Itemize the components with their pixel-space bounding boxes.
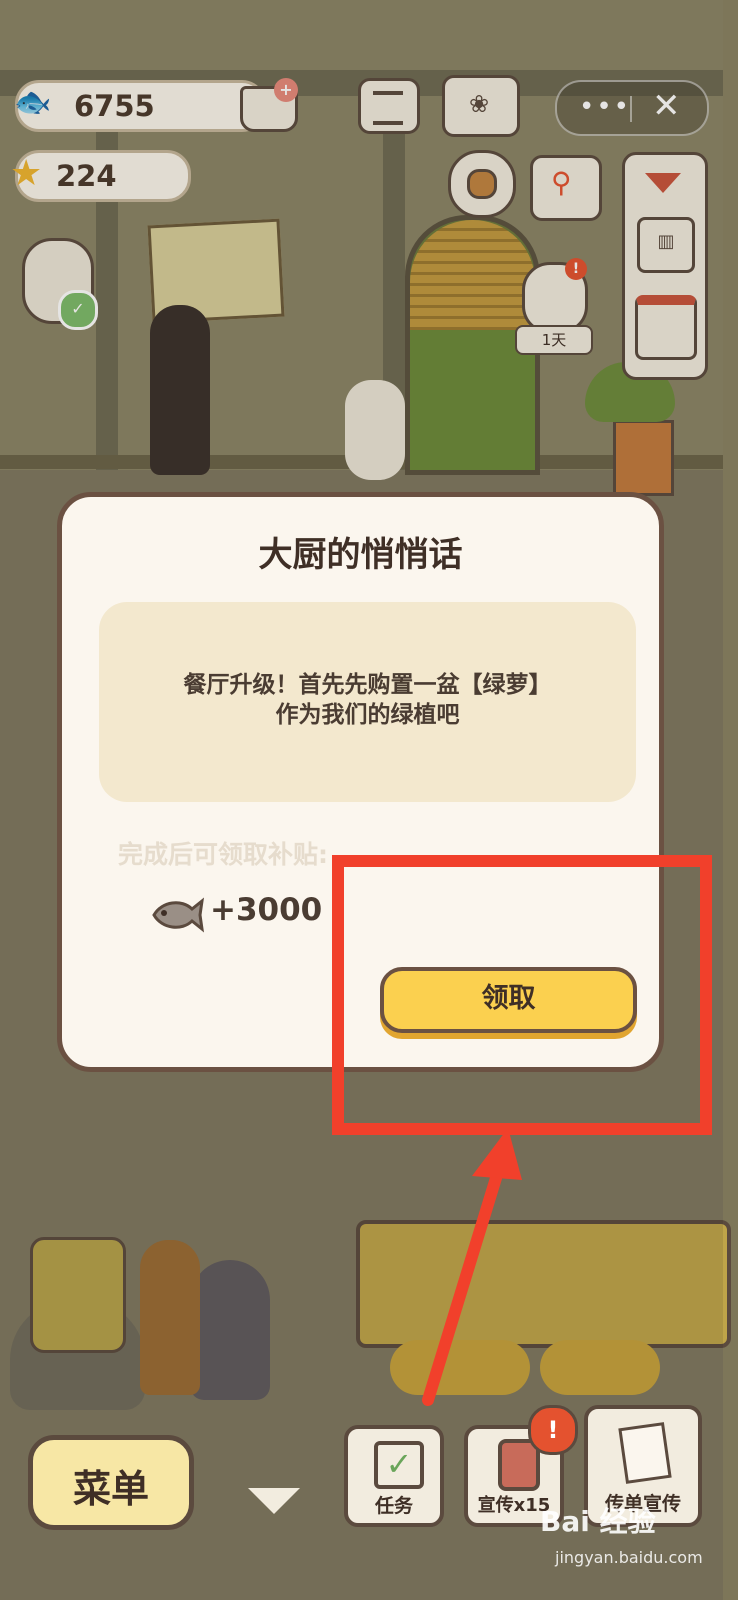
message-box: 餐厅升级！首先先购置一盆【绿萝】 作为我们的绿植吧 (99, 602, 636, 802)
watermark-url: jingyan.baidu.com (555, 1548, 703, 1567)
reward-amount: +3000 (210, 892, 323, 928)
flyer-paper-icon (618, 1422, 672, 1484)
pointer-arrow-icon (422, 1128, 522, 1406)
menu-button[interactable]: 菜单 (28, 1435, 194, 1530)
watermark-brand: Bai 经验 (540, 1505, 656, 1538)
message-line-1: 餐厅升级！首先先购置一盆【绿萝】 (183, 672, 552, 698)
dialog-title: 大厨的悄悄话 (258, 535, 463, 575)
scroll-down-arrow-icon[interactable] (248, 1488, 300, 1514)
tasks-button[interactable]: ✓ 任务 (344, 1425, 444, 1527)
reward-label: 完成后可领取补贴: (118, 840, 328, 869)
menu-label: 菜单 (72, 1467, 149, 1511)
message-line-2: 作为我们的绿植吧 (275, 702, 460, 728)
promote-alert-icon: ! (528, 1405, 578, 1455)
highlight-box (332, 855, 712, 1135)
dialog-message: 餐厅升级！首先先购置一盆【绿萝】 作为我们的绿植吧 (119, 670, 616, 730)
checkbox-icon: ✓ (374, 1441, 424, 1489)
tasks-label: 任务 (374, 1495, 413, 1517)
reward-fish-icon (148, 895, 205, 933)
